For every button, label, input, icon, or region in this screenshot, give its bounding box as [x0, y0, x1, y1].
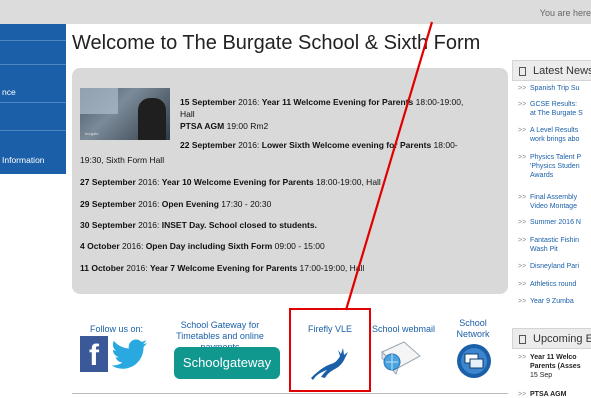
chevron-icon: >>	[518, 391, 527, 398]
document-icon	[519, 67, 526, 76]
content-divider	[72, 393, 508, 394]
chevron-icon: >>	[518, 354, 527, 361]
twitter-icon[interactable]	[112, 339, 148, 369]
document-icon	[519, 335, 526, 344]
top-bar: You are here	[0, 0, 591, 24]
network-globe-icon[interactable]	[456, 343, 492, 379]
page-title: Welcome to The Burgate School & Sixth Fo…	[72, 32, 481, 54]
chevron-icon: >>	[518, 154, 527, 161]
news-item[interactable]: >> Fantastic Fishin Wash Pit	[512, 236, 591, 256]
news-item[interactable]: >> GCSE Results: at The Burgate S	[512, 100, 591, 120]
follow-us-label: Follow us on:	[90, 324, 144, 334]
left-sidebar: nce Information	[0, 24, 66, 174]
events-panel: burgate 15 September 2016: Year 11 Welco…	[72, 68, 508, 294]
event-item-2-cont: 19:30, Sixth Form Hall	[80, 155, 165, 165]
school-webmail-link[interactable]: School webmail	[372, 324, 435, 334]
event-item-3[interactable]: 27 September 2016: Year 10 Welcome Eveni…	[80, 177, 381, 187]
school-gateway-logo[interactable]: Schoolgateway	[174, 347, 280, 379]
news-item[interactable]: >> Spanish Trip Su	[512, 84, 591, 94]
news-item[interactable]: >> Final Assembly Video Montage	[512, 193, 591, 213]
chevron-icon: >>	[518, 101, 527, 108]
breadcrumb: You are here	[539, 8, 591, 18]
event-photo: burgate	[80, 88, 170, 140]
news-item[interactable]: >> Disneyland Pari	[512, 262, 591, 272]
chevron-icon: >>	[518, 281, 527, 288]
facebook-icon[interactable]: f	[80, 336, 108, 372]
upcoming-events-box: Upcoming E >> Year 11 Welco Parents (Ass…	[512, 328, 591, 398]
latest-news-header: Latest News	[512, 60, 591, 81]
sidebar-item-finance[interactable]: nce	[2, 87, 68, 97]
sidebar-divider	[0, 102, 66, 103]
sidebar-divider	[0, 64, 66, 65]
webmail-envelope-icon[interactable]	[378, 338, 424, 376]
chevron-icon: >>	[518, 298, 527, 305]
firefly-vle-link[interactable]: Firefly VLE	[289, 308, 371, 392]
event-item-7[interactable]: 11 October 2016: Year 7 Welcome Evening …	[80, 263, 364, 273]
event-item-1b[interactable]: PTSA AGM 19:00 Rm2	[180, 121, 268, 131]
sidebar-item-information[interactable]: Information	[2, 155, 68, 165]
news-item[interactable]: >> Physics Talent P 'Physics Studen Awar…	[512, 153, 591, 183]
chevron-icon: >>	[518, 219, 527, 226]
event-item-1[interactable]: 15 September 2016: Year 11 Welcome Eveni…	[180, 97, 463, 107]
chevron-icon: >>	[518, 127, 527, 134]
news-item[interactable]: >> A Level Results work brings abo	[512, 126, 591, 146]
event-item-1-location: Hall	[180, 109, 195, 119]
firefly-vle-label: Firefly VLE	[307, 324, 352, 334]
event-item-2[interactable]: 22 September 2016: Lower Sixth Welcome e…	[180, 140, 458, 150]
sidebar-divider	[0, 40, 66, 41]
upcoming-item[interactable]: >> PTSA AGM	[512, 390, 591, 398]
chevron-icon: >>	[518, 263, 527, 270]
firefly-deer-icon	[311, 348, 348, 380]
upcoming-events-header: Upcoming E	[512, 328, 591, 349]
latest-news-box: Latest News >> Spanish Trip Su >> GCSE R…	[512, 60, 591, 330]
event-item-5[interactable]: 30 September 2016: INSET Day. School clo…	[80, 220, 317, 230]
chevron-icon: >>	[518, 194, 527, 201]
news-item[interactable]: >> Athletics round	[512, 280, 591, 290]
school-network-link[interactable]: School Network	[448, 318, 498, 340]
news-item[interactable]: >> Year 9 Zumba	[512, 297, 591, 307]
event-item-6[interactable]: 4 October 2016: Open Day including Sixth…	[80, 241, 325, 251]
news-item[interactable]: >> Summer 2016 N	[512, 218, 591, 228]
upcoming-item[interactable]: >> Year 11 Welco Parents (Asses 15 Sep	[512, 353, 591, 383]
chevron-icon: >>	[518, 85, 527, 92]
chevron-icon: >>	[518, 237, 527, 244]
event-item-4[interactable]: 29 September 2016: Open Evening 17:30 - …	[80, 199, 271, 209]
sidebar-divider	[0, 130, 66, 131]
